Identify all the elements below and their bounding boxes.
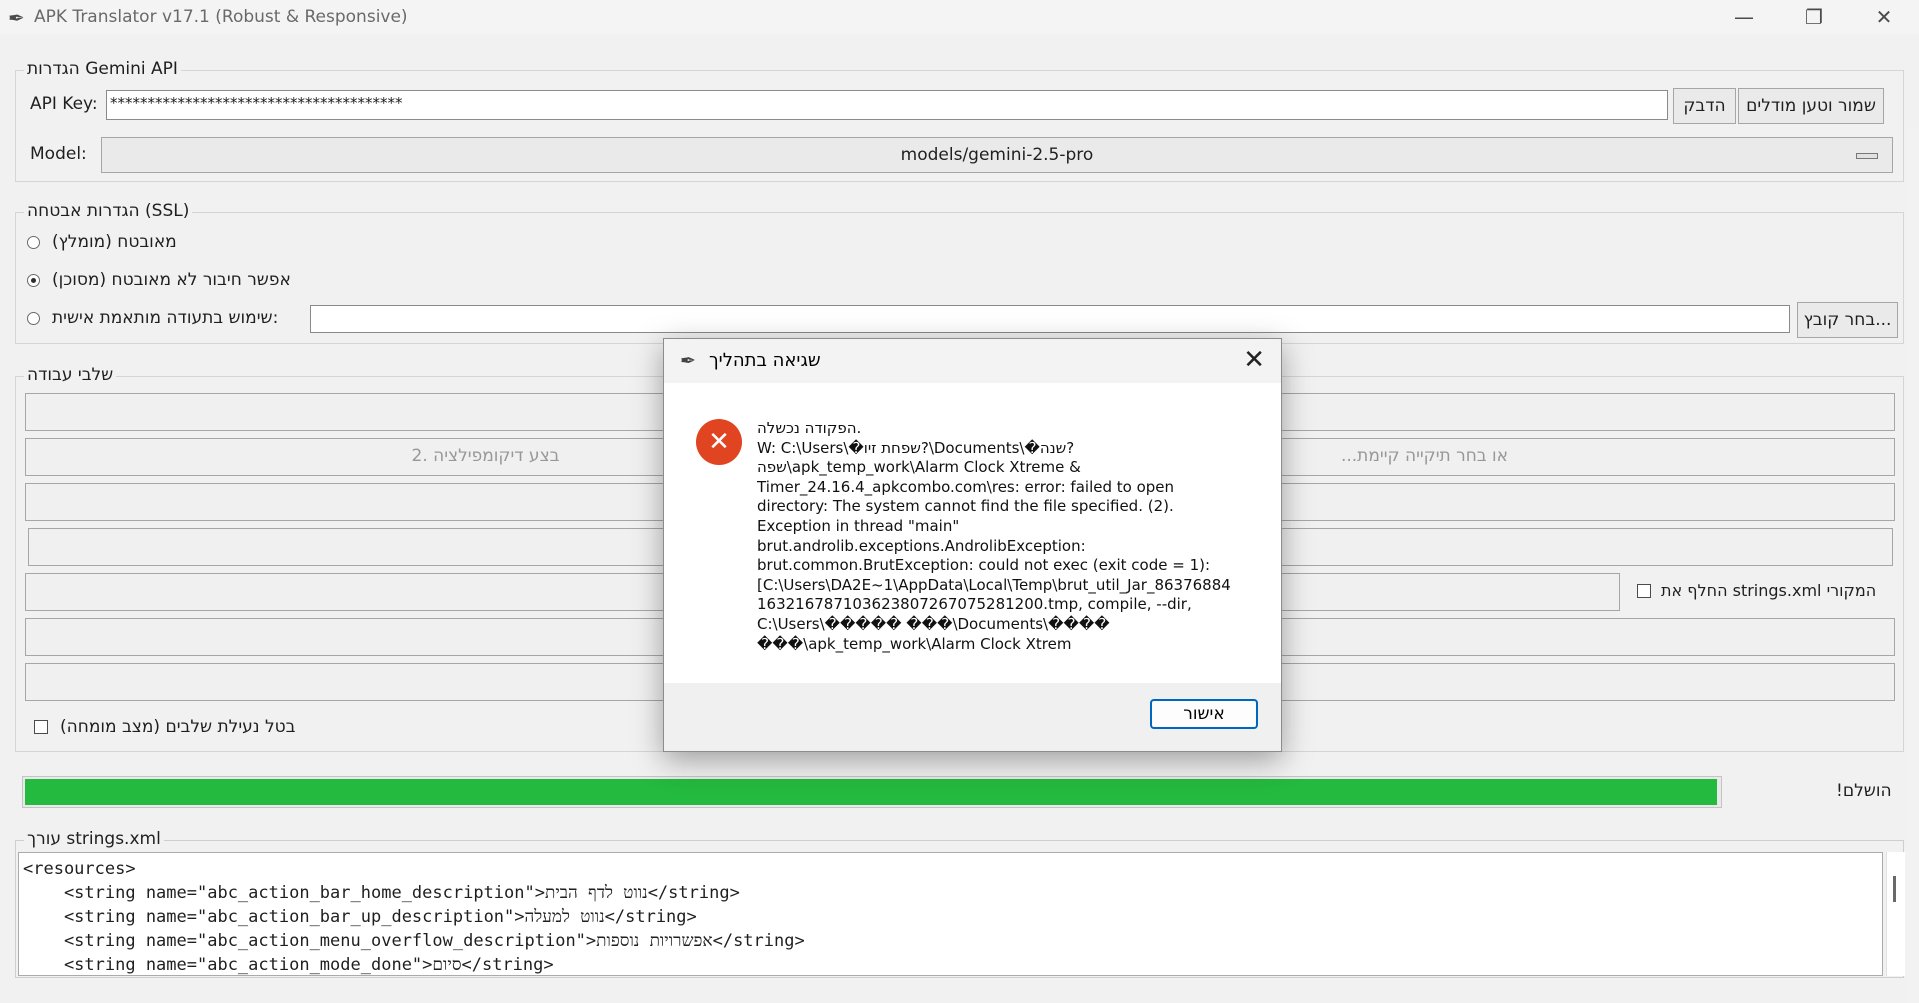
error-message-line: שפה\apk_temp_work\Alarm Clock Xtreme &: [757, 458, 1081, 477]
error-dialog-footer: אישור: [664, 683, 1281, 751]
error-dialog-title: שגיאה בתהליך: [709, 350, 821, 371]
error-icon: ✕: [696, 419, 742, 465]
error-dialog-titlebar: ✒ שגיאה בתהליך ✕: [664, 339, 1281, 383]
error-message: הפקודה נכשלה. W: C:\Users\�שפחת זיו?\Doc…: [757, 419, 1247, 654]
error-dialog: ✒ שגיאה בתהליך ✕ ✕ הפקודה נכשלה. W: C:\U…: [663, 338, 1282, 752]
error-message-line: directory: The system cannot find the fi…: [757, 497, 1174, 516]
error-message-line: 16321678710362380726​7075281200.tmp, com…: [757, 595, 1192, 614]
error-message-line: brut.common.BrutException: could not exe…: [757, 556, 1211, 575]
close-icon[interactable]: ✕: [1243, 345, 1265, 375]
error-message-line: Timer_24.16.4_apkcombo.com\res: error: f…: [757, 477, 1175, 496]
ok-button[interactable]: אישור: [1150, 699, 1258, 729]
error-message-line: הפקודה נכשלה.: [757, 419, 862, 437]
error-message-line: brut.androlib.exceptions.AndrolibExcepti…: [757, 536, 1086, 555]
error-message-line: Exception in thread "main": [757, 516, 960, 535]
error-message-line: C:\Users\����� ���\Documents\����: [757, 614, 1110, 633]
error-message-line: W: C:\Users\�שפחת זיו?\Documents\�שנה?: [757, 438, 1075, 457]
feather-icon: ✒: [680, 350, 696, 372]
error-message-line: [C:\Users\DA2E~1\AppData\Local\Temp\brut…: [757, 575, 1231, 594]
error-message-line: ���\apk_temp_work\Alarm Clock Xtrem: [757, 634, 1072, 653]
